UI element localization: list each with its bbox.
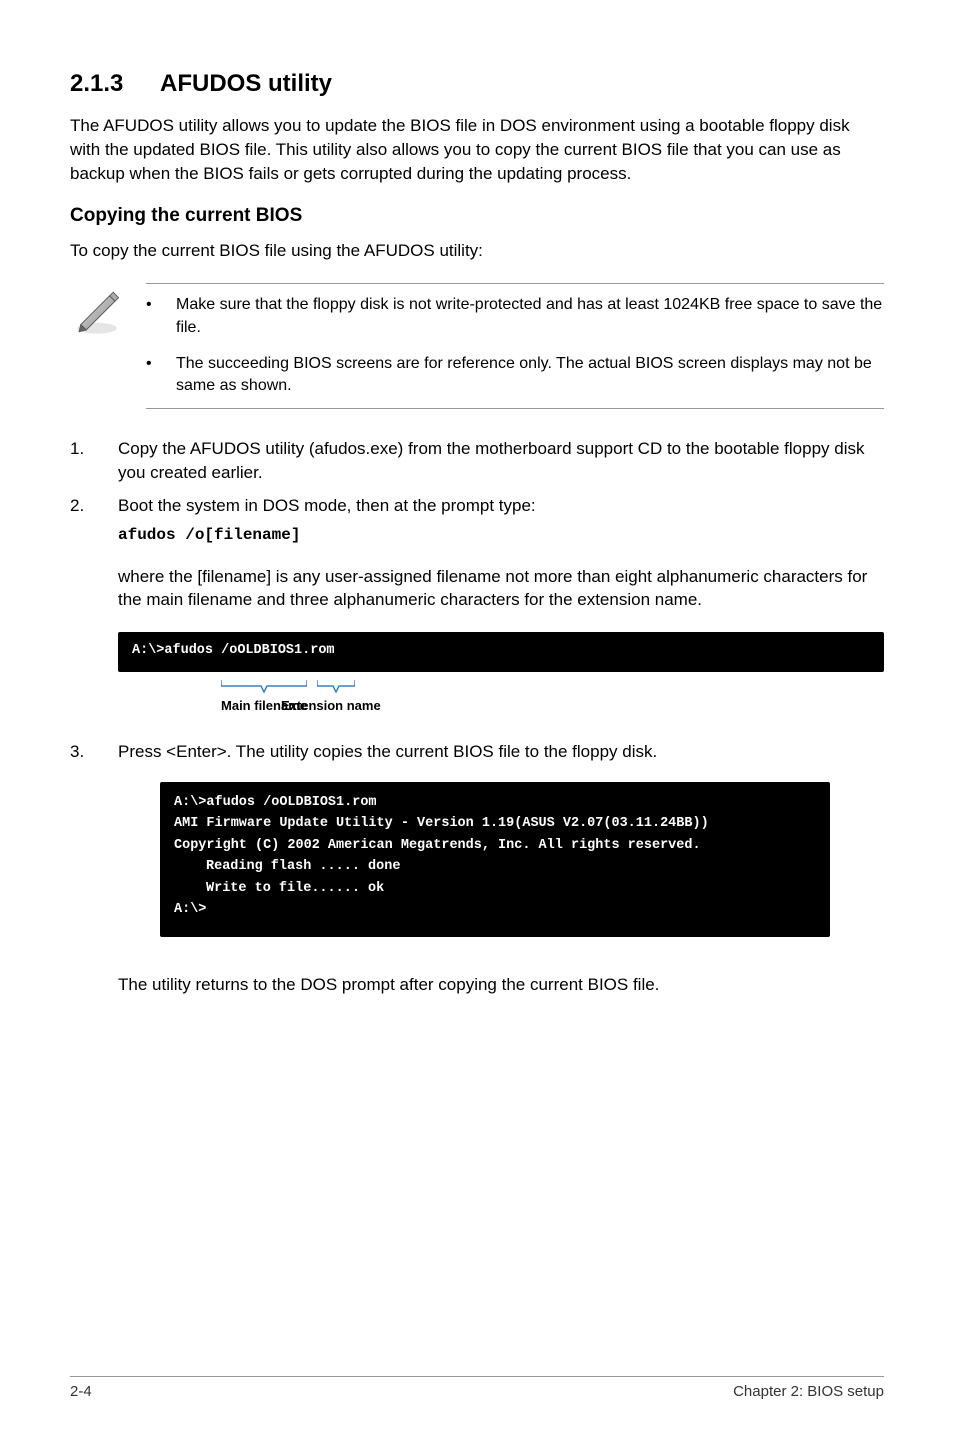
terminal-line: Write to file...... ok xyxy=(206,878,816,900)
step-text: Copy the AFUDOS utility (afudos.exe) fro… xyxy=(118,437,884,485)
step-text: Press <Enter>. The utility copies the cu… xyxy=(118,740,884,764)
terminal-line: Copyright (C) 2002 American Megatrends, … xyxy=(174,835,816,857)
note-text: Make sure that the floppy disk is not wr… xyxy=(176,294,884,339)
sub-intro: To copy the current BIOS file using the … xyxy=(70,239,884,263)
terminal-line: A:\>afudos /oOLDBIOS1.rom xyxy=(174,792,816,814)
bracket-icon xyxy=(317,680,355,698)
step-item: 1. Copy the AFUDOS utility (afudos.exe) … xyxy=(70,437,884,485)
step-after-text: where the [filename] is any user-assigne… xyxy=(118,565,884,613)
bullet-icon: • xyxy=(146,353,158,398)
step-number: 2. xyxy=(70,494,90,546)
terminal-output: A:\>afudos /oOLDBIOS1.rom xyxy=(118,632,884,672)
bullet-icon: • xyxy=(146,294,158,339)
terminal-line: Reading flash ..... done xyxy=(206,856,816,878)
note-text: The succeeding BIOS screens are for refe… xyxy=(176,353,884,398)
bracket-icon xyxy=(221,680,307,698)
chapter-label: Chapter 2: BIOS setup xyxy=(733,1383,884,1400)
step-number: 3. xyxy=(70,740,90,764)
page-footer: 2-4 Chapter 2: BIOS setup xyxy=(70,1376,884,1400)
section-title-text: AFUDOS utility xyxy=(160,70,332,97)
step-body: Boot the system in DOS mode, then at the… xyxy=(118,494,884,546)
note-block: • Make sure that the floppy disk is not … xyxy=(70,283,884,409)
code-line: afudos /o[filename] xyxy=(118,524,884,546)
subheading: Copying the current BIOS xyxy=(70,205,884,227)
note-item: • The succeeding BIOS screens are for re… xyxy=(146,353,884,398)
note-item: • Make sure that the floppy disk is not … xyxy=(146,294,884,339)
section-heading: 2.1.3AFUDOS utility xyxy=(70,70,884,98)
terminal-line: AMI Firmware Update Utility - Version 1.… xyxy=(174,813,816,835)
note-content: • Make sure that the floppy disk is not … xyxy=(146,283,884,409)
page-number: 2-4 xyxy=(70,1383,92,1400)
pen-icon xyxy=(70,283,124,344)
step-text: Boot the system in DOS mode, then at the… xyxy=(118,494,884,518)
intro-paragraph: The AFUDOS utility allows you to update … xyxy=(70,114,884,185)
step-number: 1. xyxy=(70,437,90,485)
terminal-output: A:\>afudos /oOLDBIOS1.rom AMI Firmware U… xyxy=(160,782,830,938)
step-item: 3. Press <Enter>. The utility copies the… xyxy=(70,740,884,764)
filename-diagram: Main filename Extension name xyxy=(118,680,884,720)
section-number: 2.1.3 xyxy=(70,70,160,98)
step-item: 2. Boot the system in DOS mode, then at … xyxy=(70,494,884,546)
extension-name-label: Extension name xyxy=(281,698,381,713)
terminal-line: A:\>afudos /oOLDBIOS1.rom xyxy=(132,643,335,658)
terminal-line: A:\> xyxy=(174,899,816,921)
closing-paragraph: The utility returns to the DOS prompt af… xyxy=(118,973,884,997)
